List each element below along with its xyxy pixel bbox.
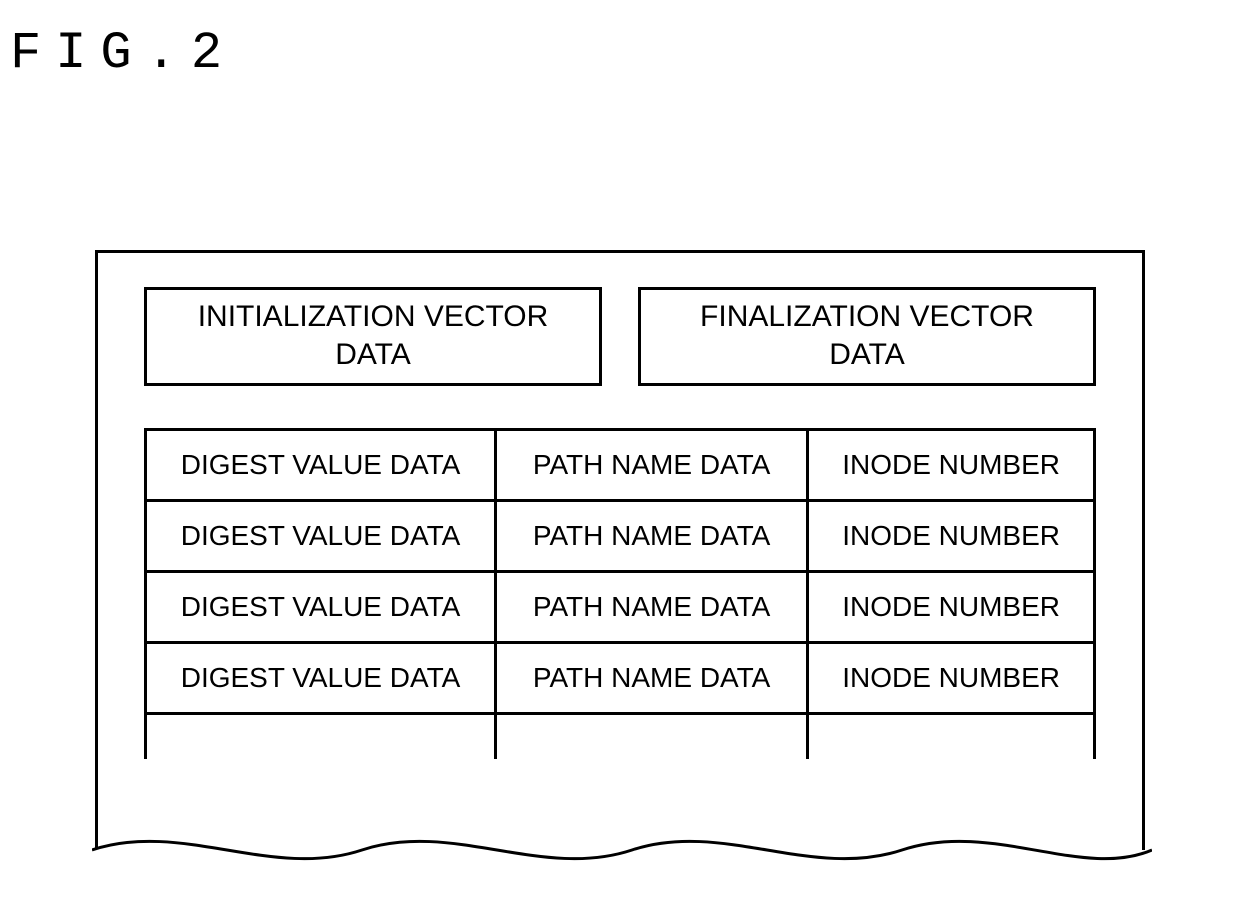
cell-path: PATH NAME DATA — [497, 644, 809, 712]
cell-digest: DIGEST VALUE DATA — [147, 431, 497, 499]
header-row: INITIALIZATION VECTORDATA FINALIZATION V… — [144, 287, 1096, 386]
figure-label: FIG.2 — [10, 24, 236, 83]
initialization-vector-box: INITIALIZATION VECTORDATA — [144, 287, 602, 386]
table-row-continuation — [147, 715, 1093, 759]
cell-inode: INODE NUMBER — [809, 644, 1093, 712]
cell-digest: DIGEST VALUE DATA — [147, 644, 497, 712]
cell-path: PATH NAME DATA — [497, 502, 809, 570]
table-row: DIGEST VALUE DATA PATH NAME DATA INODE N… — [147, 573, 1093, 644]
cell-inode — [809, 715, 1093, 759]
cell-path: PATH NAME DATA — [497, 431, 809, 499]
cell-inode: INODE NUMBER — [809, 502, 1093, 570]
cell-inode: INODE NUMBER — [809, 573, 1093, 641]
cell-path — [497, 715, 809, 759]
finalization-vector-box: FINALIZATION VECTORDATA — [638, 287, 1096, 386]
table-row: DIGEST VALUE DATA PATH NAME DATA INODE N… — [147, 644, 1093, 715]
cell-inode: INODE NUMBER — [809, 431, 1093, 499]
cell-digest: DIGEST VALUE DATA — [147, 502, 497, 570]
cell-digest: DIGEST VALUE DATA — [147, 573, 497, 641]
cell-digest — [147, 715, 497, 759]
cell-path: PATH NAME DATA — [497, 573, 809, 641]
table-row: DIGEST VALUE DATA PATH NAME DATA INODE N… — [147, 502, 1093, 573]
diagram-container: INITIALIZATION VECTORDATA FINALIZATION V… — [95, 250, 1145, 850]
data-table: DIGEST VALUE DATA PATH NAME DATA INODE N… — [144, 428, 1096, 759]
table-row: DIGEST VALUE DATA PATH NAME DATA INODE N… — [147, 431, 1093, 502]
